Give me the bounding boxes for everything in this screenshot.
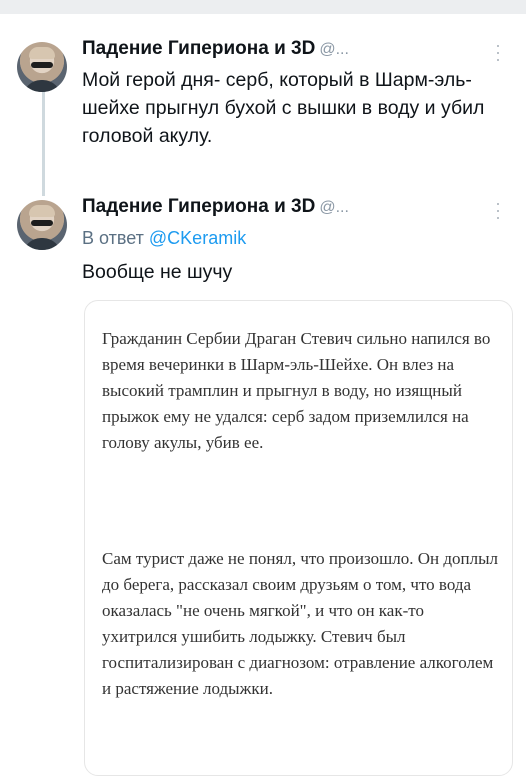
top-strip bbox=[0, 0, 526, 14]
avatar-shirt bbox=[23, 238, 61, 250]
author-name[interactable]: Падение Гипериона и 3D bbox=[82, 196, 315, 217]
avatar-shirt bbox=[23, 80, 61, 92]
author-handle[interactable]: @... bbox=[319, 199, 349, 216]
reply-prefix: В ответ bbox=[82, 228, 144, 248]
tweet-text: Мой герой дня- серб, который в Шарм-эль-… bbox=[82, 69, 485, 147]
tweet-text: Вообще не шучу bbox=[82, 261, 233, 283]
quoted-screenshot-card[interactable]: Гражданин Сербии Драган Стевич сильно на… bbox=[84, 300, 513, 776]
avatar-hair bbox=[29, 47, 55, 59]
quote-paragraph: Сам турист даже не понял, что произошло.… bbox=[102, 549, 498, 698]
avatar-hair bbox=[29, 205, 55, 217]
tweet-header: Падение Гипериона и 3D @... bbox=[82, 38, 349, 60]
more-options-icon[interactable]: · · · bbox=[495, 36, 501, 68]
reply-to-line: В ответ @CKeramik bbox=[82, 228, 246, 249]
avatar-sunglasses bbox=[31, 220, 53, 226]
avatar[interactable] bbox=[17, 200, 67, 250]
quote-paragraph: Гражданин Сербии Драган Стевич сильно на… bbox=[102, 329, 491, 452]
avatar-sunglasses bbox=[31, 62, 53, 68]
tweet-header: Падение Гипериона и 3D @... bbox=[82, 196, 349, 218]
more-options-icon[interactable]: · · · bbox=[495, 194, 501, 226]
author-handle[interactable]: @... bbox=[319, 41, 349, 58]
avatar[interactable] bbox=[17, 42, 67, 92]
reply-handle-link[interactable]: @CKeramik bbox=[149, 228, 246, 248]
author-name[interactable]: Падение Гипериона и 3D bbox=[82, 38, 315, 59]
thread-connector-line bbox=[42, 90, 45, 196]
